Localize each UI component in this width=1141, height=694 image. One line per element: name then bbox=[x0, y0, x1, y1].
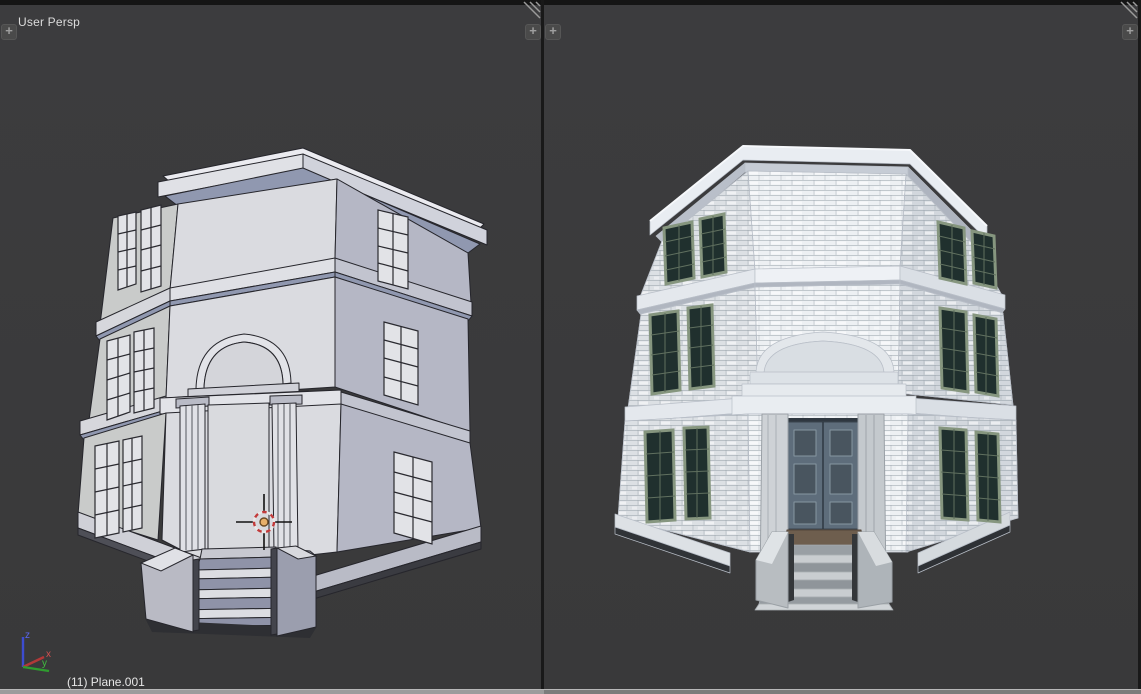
expand-region-icon[interactable]: + bbox=[1122, 24, 1138, 40]
bottom-region-edge[interactable] bbox=[544, 689, 1141, 694]
axis-z-label: z bbox=[25, 630, 30, 641]
untextured-building-model[interactable] bbox=[0, 0, 541, 694]
region-resize-grip[interactable] bbox=[1118, 1, 1138, 21]
model-entrance bbox=[754, 413, 894, 611]
blender-window: User Persp (11) Plane.001 z x y + + + + bbox=[0, 0, 1141, 694]
bottom-region-edge[interactable] bbox=[0, 689, 544, 694]
expand-region-icon[interactable]: + bbox=[545, 24, 561, 40]
textured-building-model[interactable] bbox=[544, 0, 1138, 694]
region-resize-grip[interactable] bbox=[521, 1, 541, 21]
axis-gizmo: z x y bbox=[21, 630, 51, 673]
viewport-divider[interactable] bbox=[541, 0, 544, 694]
expand-region-icon[interactable]: + bbox=[525, 24, 541, 40]
expand-region-icon[interactable]: + bbox=[1, 24, 17, 40]
axis-y-label: y bbox=[42, 658, 47, 669]
